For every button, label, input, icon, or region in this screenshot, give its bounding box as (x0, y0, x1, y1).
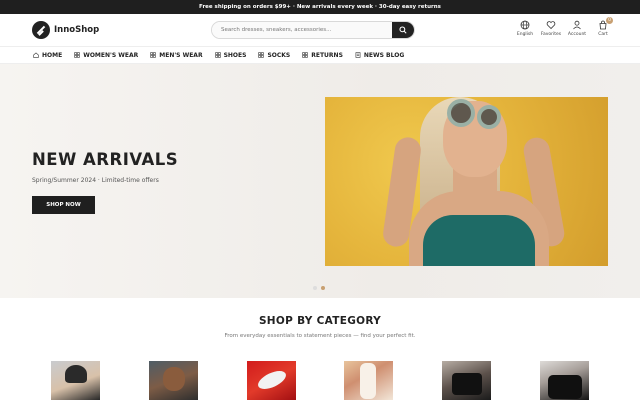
nav-item-womens-wear[interactable]: WOMEN'S WEAR (74, 52, 138, 59)
home-icon (33, 52, 39, 58)
grid-icon (258, 52, 265, 58)
search-icon (399, 26, 407, 34)
nav-item-label: SOCKS (267, 51, 291, 59)
logo-icon (32, 21, 50, 39)
favorites-button[interactable]: Favorites (538, 20, 564, 37)
grid-icon (74, 52, 80, 58)
main-nav: HOME WOMEN'S WEAR MEN'S WEAR SHOES SOCKS… (0, 46, 640, 64)
brand-name: InnoShop (54, 25, 100, 35)
grid-icon (302, 52, 308, 58)
hero-subtitle: Spring/Summer 2024 · Limited-time offers (32, 177, 159, 184)
logo[interactable]: InnoShop (32, 21, 99, 39)
sunglasses (447, 99, 475, 127)
shop-now-button[interactable]: SHOP NOW (32, 196, 95, 214)
account-button[interactable]: Account (564, 20, 590, 37)
account-label: Account (567, 32, 587, 37)
nav-item-label: WOMEN'S WEAR (83, 51, 139, 59)
heart-icon (546, 21, 556, 30)
category-card-shoes[interactable] (247, 361, 296, 400)
announcement-bar: Free shipping on orders $99+ · New arriv… (0, 0, 640, 14)
grid-icon (150, 52, 156, 58)
category-card-bags[interactable] (442, 361, 491, 400)
category-card-womens[interactable] (51, 361, 100, 400)
nav-item-label: HOME (42, 51, 63, 59)
nav-item-returns[interactable]: RETURNS (302, 52, 343, 59)
language-label: English (516, 32, 534, 37)
nav-item-label: NEWS BLOG (363, 51, 405, 59)
nav-item-label: MEN'S WEAR (159, 51, 203, 59)
cart-count-badge: 0 (606, 17, 613, 24)
carousel-pagination (313, 286, 329, 290)
search-bar (211, 21, 415, 39)
site-header: InnoShop English Favorites (0, 14, 640, 46)
search-button[interactable] (392, 22, 414, 38)
favorites-label: Favorites (540, 32, 562, 37)
carousel-dot-1[interactable] (313, 286, 317, 290)
section-title: SHOP BY CATEGORY (258, 315, 382, 327)
nav-item-label: SHOES (223, 51, 247, 59)
user-icon (573, 20, 581, 30)
header-actions: English Favorites Account 0 Cart (512, 17, 616, 37)
nav-item-socks[interactable]: SOCKS (258, 52, 290, 59)
nav-item-mens-wear[interactable]: MEN'S WEAR (150, 51, 203, 59)
nav-item-shoes[interactable]: SHOES (214, 51, 247, 59)
category-card-socks[interactable] (344, 361, 393, 400)
language-button[interactable]: English (512, 20, 538, 37)
globe-icon (520, 20, 530, 30)
category-card-mens[interactable] (149, 361, 198, 400)
section-subtitle: From everyday essentials to statement pi… (224, 333, 416, 339)
hero-image[interactable] (325, 97, 608, 266)
category-card-accessories[interactable] (540, 361, 589, 400)
cart-label: Cart (598, 32, 608, 37)
hero-banner: NEW ARRIVALS Spring/Summer 2024 · Limite… (0, 64, 640, 298)
hero-title: NEW ARRIVALS (32, 150, 179, 169)
nav-item-home[interactable]: HOME (33, 52, 62, 59)
nav-item-label: RETURNS (311, 51, 343, 59)
carousel-dot-2[interactable] (321, 286, 325, 290)
announcement-text: Free shipping on orders $99+ · New arriv… (199, 4, 441, 10)
cart-button[interactable]: 0 Cart (590, 17, 616, 37)
search-input[interactable] (212, 22, 392, 38)
grid-icon (214, 52, 221, 58)
nav-item-news-blog[interactable]: NEWS BLOG (355, 52, 404, 59)
blog-icon (355, 52, 361, 58)
